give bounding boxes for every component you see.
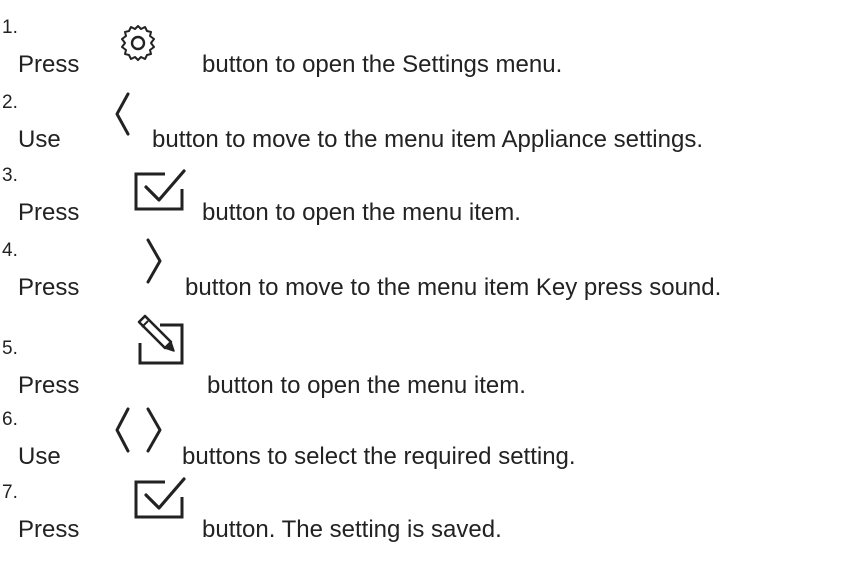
step-6: 6. Use buttons to select the required se… xyxy=(0,407,841,478)
checkbox-confirm-icon xyxy=(132,477,186,520)
step-verb: Press xyxy=(18,51,80,78)
step-text: button to open the menu item. xyxy=(207,372,526,399)
step-5: 5. Press button to open the menu item. xyxy=(0,314,841,407)
step-text: button. The setting is saved. xyxy=(202,516,502,543)
step-2: 2. Use button to move to the menu item A… xyxy=(0,91,841,161)
edit-pencil-icon xyxy=(136,314,190,369)
step-text: button to open the Settings menu. xyxy=(202,51,563,78)
step-verb: Press xyxy=(18,516,80,543)
step-text: button to move to the menu item Applianc… xyxy=(152,126,703,153)
step-3: 3. Press button to open the menu item. xyxy=(0,164,841,234)
step-verb: Press xyxy=(18,274,80,301)
step-7: 7. Press button. The setting is saved. xyxy=(0,477,841,551)
step-number: 3. xyxy=(2,165,18,186)
chevron-left-icon xyxy=(112,92,132,136)
step-verb: Use xyxy=(18,126,61,153)
step-1: 1. Press button to open the Settings men… xyxy=(0,16,841,86)
step-number: 7. xyxy=(2,482,18,503)
step-number: 1. xyxy=(2,17,18,38)
step-number: 4. xyxy=(2,240,18,261)
instruction-steps: 1. Press button to open the Settings men… xyxy=(0,0,841,576)
step-4: 4. Press button to move to the menu item… xyxy=(0,238,841,309)
gear-icon xyxy=(118,24,158,62)
step-text: button to open the menu item. xyxy=(202,199,521,226)
chevron-right-icon xyxy=(144,407,164,453)
step-verb: Press xyxy=(18,199,80,226)
step-verb: Press xyxy=(18,372,80,399)
step-text: button to move to the menu item Key pres… xyxy=(185,274,722,301)
chevron-right-icon xyxy=(144,238,164,284)
step-verb: Use xyxy=(18,443,61,470)
step-text: buttons to select the required setting. xyxy=(182,443,576,470)
step-number: 2. xyxy=(2,92,18,113)
step-number: 5. xyxy=(2,338,18,359)
checkbox-confirm-icon xyxy=(132,169,186,212)
step-number: 6. xyxy=(2,409,18,430)
chevron-left-icon xyxy=(112,407,132,453)
